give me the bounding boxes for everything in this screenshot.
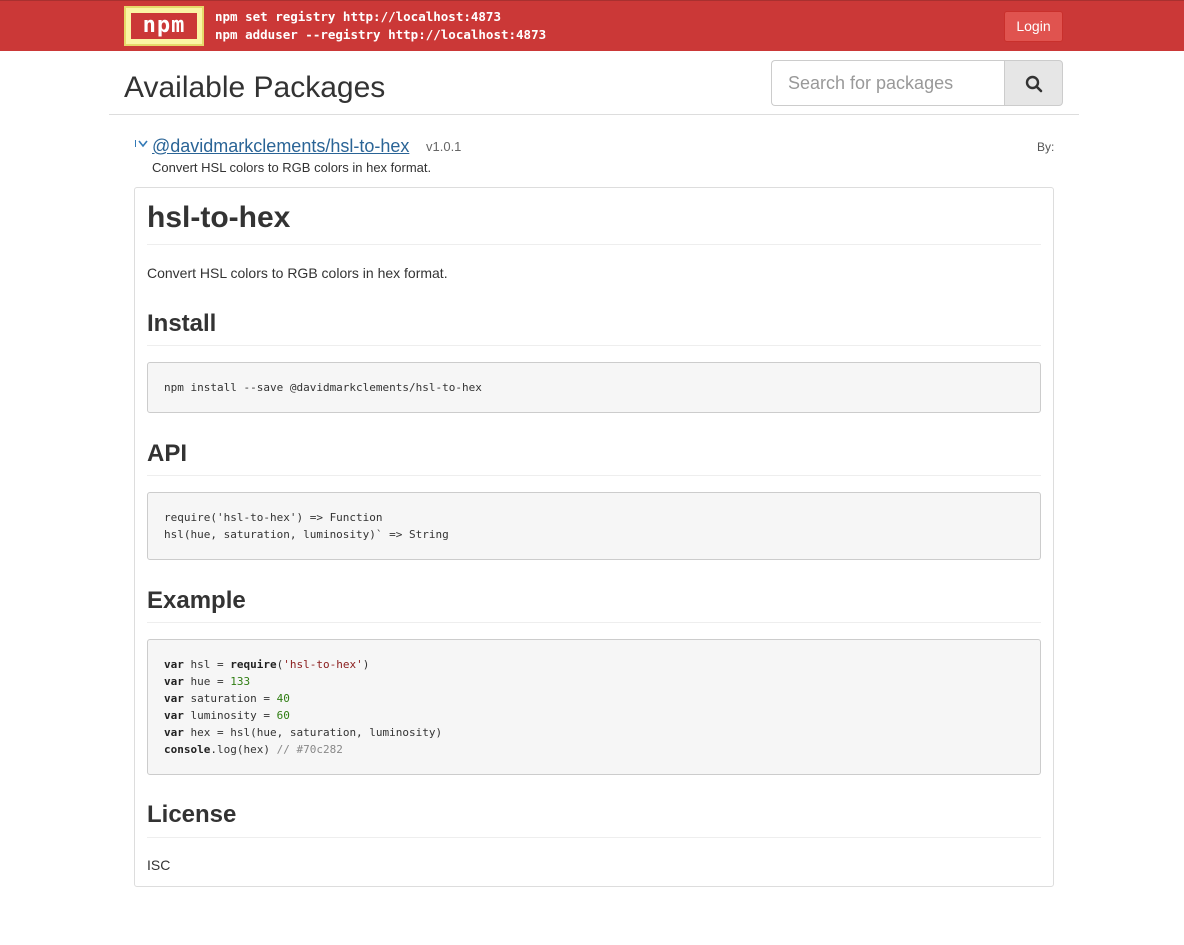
readme-panel: hsl-to-hex Convert HSL colors to RGB col…: [134, 187, 1054, 887]
install-code-block: npm install --save @davidmarkclements/hs…: [147, 362, 1041, 413]
example-code-line: var hex = hsl(hue, saturation, luminosit…: [164, 726, 443, 739]
package-author-label: By:: [1037, 140, 1055, 154]
readme-description: Convert HSL colors to RGB colors in hex …: [147, 265, 448, 281]
api-code-line: require('hsl-to-hex') => Function: [164, 511, 383, 524]
registry-line-set: npm set registry http://localhost:4873: [215, 9, 501, 24]
example-code-line: var saturation = 40: [164, 692, 290, 705]
readme-title: hsl-to-hex: [147, 201, 291, 234]
package-version: v1.0.1: [426, 139, 462, 154]
license-heading: License: [147, 801, 237, 828]
license-text: ISC: [147, 857, 171, 873]
example-heading-rule: [147, 622, 1041, 623]
install-code-line: npm install --save @davidmarkclements/hs…: [164, 381, 482, 394]
api-heading: API: [147, 440, 188, 467]
example-code-line: var hsl = require('hsl-to-hex'): [164, 658, 370, 671]
readme-title-rule: [147, 244, 1041, 245]
example-code-line: var hue = 133: [164, 675, 251, 688]
example-code-line: var luminosity = 60: [164, 709, 290, 722]
license-heading-rule: [147, 837, 1041, 838]
registry-instructions: npm set registry http://localhost:4873 n…: [215, 8, 546, 44]
header-divider: [109, 114, 1079, 115]
search-button[interactable]: [1004, 60, 1063, 106]
example-code-block: var hsl = require('hsl-to-hex') var hue …: [147, 639, 1041, 775]
install-heading-rule: [147, 345, 1041, 346]
registry-line-adduser: npm adduser --registry http://localhost:…: [215, 27, 547, 42]
example-heading: Example: [147, 587, 246, 614]
package-description: Convert HSL colors to RGB colors in hex …: [152, 160, 432, 175]
login-button[interactable]: Login: [1004, 11, 1063, 42]
search-input[interactable]: [771, 60, 1005, 106]
example-code-line: console.log(hex) // #70c282: [164, 743, 343, 756]
api-code-line: hsl(hue, saturation, luminosity)` => Str…: [164, 528, 449, 541]
api-code-block: require('hsl-to-hex') => Function hsl(hu…: [147, 492, 1041, 560]
package-name-link[interactable]: @davidmarkclements/hsl-to-hex: [152, 135, 409, 157]
npm-logo-text: npm: [131, 13, 197, 39]
top-navbar: npm npm set registry http://localhost:48…: [0, 0, 1184, 51]
install-heading: Install: [147, 310, 217, 337]
npm-logo[interactable]: npm: [124, 6, 204, 46]
chevron-down-icon[interactable]: [135, 139, 149, 152]
search-icon: [1025, 75, 1043, 93]
page-title: Available Packages: [124, 71, 386, 104]
api-heading-rule: [147, 475, 1041, 476]
